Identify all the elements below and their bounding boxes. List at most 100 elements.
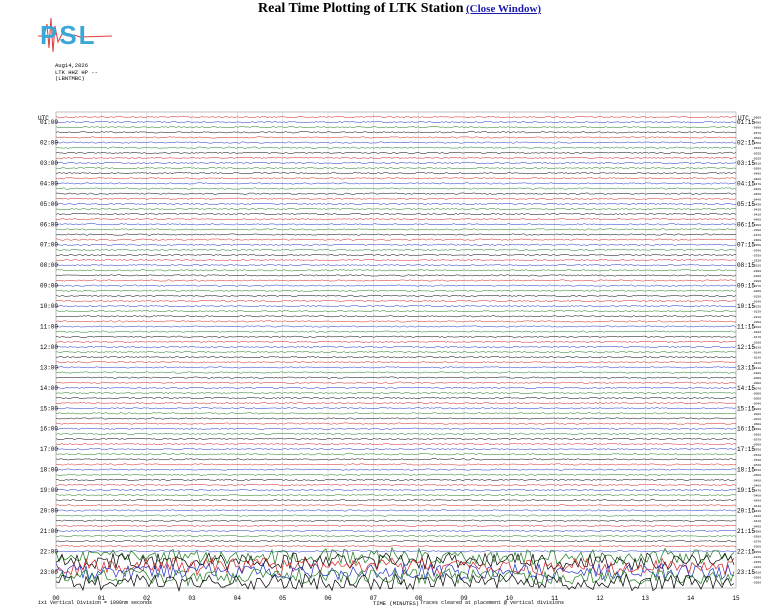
trace-right-code: -0180 xyxy=(752,331,761,334)
seismic-trace xyxy=(55,335,737,338)
seismic-trace xyxy=(55,499,737,502)
trace-right-code: -0370 xyxy=(752,234,761,237)
trace-right-code: -0460 xyxy=(752,188,761,191)
hour-label-right: 05:15 xyxy=(737,201,755,208)
trace-right-code: -0380 xyxy=(752,536,761,539)
trace-right-code: -0570 xyxy=(752,438,761,441)
seismic-trace xyxy=(55,545,737,548)
hour-label-left: 04:00 xyxy=(40,180,58,187)
trace-right-code: -0410 xyxy=(752,214,761,217)
seismic-trace xyxy=(55,299,737,302)
seismic-trace xyxy=(55,448,737,451)
trace-right-code: -0330 xyxy=(752,254,761,257)
trace-right-code: -0130 xyxy=(752,357,761,360)
trace-right-code: -0490 xyxy=(752,173,761,176)
seismic-trace xyxy=(55,177,737,180)
trace-right-code: -0570 xyxy=(752,132,761,135)
hour-label-left: 22:00 xyxy=(40,548,58,555)
trace-right-code: -0050 xyxy=(752,398,761,401)
trace-right-code: -0540 xyxy=(752,147,761,150)
hour-label-left: 10:00 xyxy=(40,303,58,310)
footer-left-note: 1x1 Vertical Division = 1000nm seconds xyxy=(38,600,153,606)
seismic-trace xyxy=(55,412,737,415)
seismic-trace xyxy=(55,417,737,420)
trace-right-code: -0420 xyxy=(752,208,761,211)
trace-right-code: -0290 xyxy=(752,582,761,585)
seismic-trace xyxy=(55,391,737,394)
seismic-trace xyxy=(55,264,737,267)
hour-label-right: 15:15 xyxy=(737,405,755,412)
seismic-trace xyxy=(55,223,737,226)
seismic-trace xyxy=(55,432,737,435)
seismic-trace xyxy=(55,535,737,537)
seismic-trace xyxy=(55,386,737,389)
seismic-trace xyxy=(55,397,737,400)
seismic-trace xyxy=(55,371,737,374)
hour-label-right: 06:15 xyxy=(737,221,755,228)
seismic-trace xyxy=(55,305,737,308)
time-axis-label: TIME (MINUTES) xyxy=(373,600,419,607)
seismic-trace xyxy=(55,453,737,456)
seismic-trace xyxy=(55,443,737,446)
seismic-trace xyxy=(55,156,737,159)
hour-label-right: 22:15 xyxy=(737,548,755,555)
seismic-trace xyxy=(55,427,737,430)
trace-right-code: -0530 xyxy=(752,152,761,155)
hour-label-left: 02:00 xyxy=(40,140,58,147)
hour-label-right: 14:15 xyxy=(737,385,755,392)
seismic-trace xyxy=(55,468,737,471)
seismic-trace xyxy=(55,340,737,343)
hour-label-left: 03:00 xyxy=(40,160,58,167)
hour-label-right: 13:15 xyxy=(737,364,755,371)
hour-label-left: 23:00 xyxy=(40,569,58,576)
seismogram-plot: 00 01 02 03 04 05 06 07 08 09 10 11 12 13 14 15TIME (MI… xyxy=(38,111,761,607)
hour-label-right: 07:15 xyxy=(737,242,755,249)
seismic-trace xyxy=(55,294,737,297)
seismic-trace xyxy=(55,243,737,246)
seismic-trace xyxy=(55,146,737,149)
seismic-trace xyxy=(55,238,737,241)
trace-right-code: -0340 xyxy=(752,249,761,252)
trace-right-code: -0100 xyxy=(752,372,761,375)
seismic-trace xyxy=(55,422,737,425)
seismic-trace xyxy=(55,233,737,236)
hour-label-left: 20:00 xyxy=(40,507,58,514)
trace-right-code: -0380 xyxy=(752,229,761,232)
seismic-trace xyxy=(55,228,737,231)
seismic-trace xyxy=(55,126,737,129)
seismic-trace xyxy=(55,172,737,175)
trace-right-code: -0140 xyxy=(752,352,761,355)
seismic-trace xyxy=(55,136,737,139)
seismic-trace xyxy=(55,279,737,282)
hour-label-right: 10:15 xyxy=(737,303,755,310)
hour-label-left: 09:00 xyxy=(40,283,58,290)
seismic-trace xyxy=(55,351,737,354)
seismic-trace xyxy=(55,407,737,410)
seismic-trace xyxy=(55,284,737,287)
trace-right-code: -0450 xyxy=(752,193,761,196)
hour-label-right: 02:15 xyxy=(737,140,755,147)
hour-label-right: 01:15 xyxy=(737,119,755,126)
seismic-trace xyxy=(55,345,737,348)
hour-label-right: 20:15 xyxy=(737,507,755,514)
hour-label-left: 12:00 xyxy=(40,344,58,351)
seismic-trace xyxy=(55,356,737,359)
trace-right-code: -0260 xyxy=(752,290,761,293)
hour-label-right: 17:15 xyxy=(737,446,755,453)
trace-right-code: -0290 xyxy=(752,275,761,278)
trace-right-code: -0450 xyxy=(752,500,761,503)
time-tick-label: 06 xyxy=(324,595,332,602)
time-tick-label: 05 xyxy=(279,595,287,602)
time-tick-label: 04 xyxy=(234,595,242,602)
hour-label-right: 12:15 xyxy=(737,344,755,351)
plot-frame xyxy=(55,111,737,589)
trace-right-code: -0410 xyxy=(752,520,761,523)
seismic-trace xyxy=(55,121,737,124)
seismic-trace xyxy=(55,167,737,170)
trace-right-code: -0340 xyxy=(752,556,761,559)
seismic-trace xyxy=(55,218,737,221)
hour-label-left: 14:00 xyxy=(40,385,58,392)
trace-right-code: -0220 xyxy=(752,311,761,314)
seismic-trace xyxy=(55,315,737,318)
seismic-trace xyxy=(55,274,737,277)
